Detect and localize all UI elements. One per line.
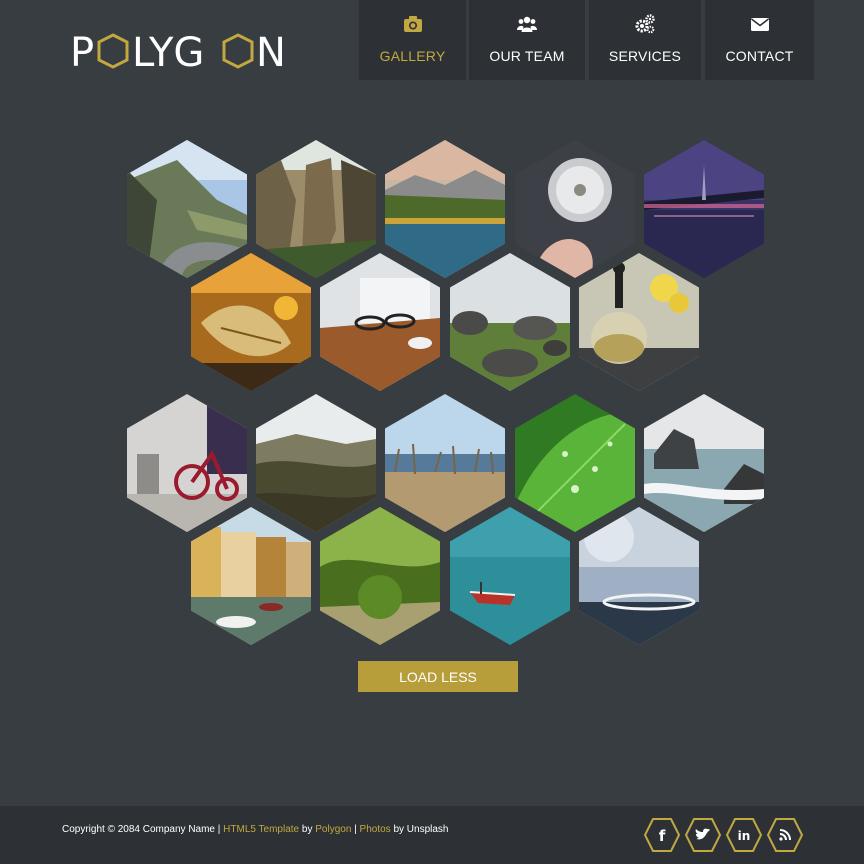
- logo[interactable]: P LYG N: [70, 30, 286, 76]
- svg-text:in: in: [738, 829, 751, 843]
- photo-lake-forest[interactable]: [385, 140, 505, 278]
- nav-contact-label: CONTACT: [725, 48, 794, 64]
- svg-text:f: f: [659, 827, 666, 845]
- rss-icon[interactable]: [766, 817, 804, 853]
- photo-sea-rocks[interactable]: [644, 394, 764, 532]
- photo-dandelion[interactable]: [515, 140, 635, 278]
- photo-hills-valley[interactable]: [256, 394, 376, 532]
- photo-rock-cliffs[interactable]: [256, 140, 376, 278]
- polygon-link[interactable]: Polygon: [315, 824, 351, 835]
- twitter-icon[interactable]: [684, 817, 722, 853]
- nav-our-team-label: OUR TEAM: [489, 48, 565, 64]
- load-less-button[interactable]: LOAD LESS: [358, 661, 518, 692]
- svg-text:P: P: [70, 30, 94, 72]
- facebook-icon[interactable]: f: [643, 817, 681, 853]
- separator: |: [351, 824, 360, 835]
- template-link[interactable]: HTML5 Template: [223, 824, 299, 835]
- svg-text:LYG: LYG: [132, 30, 204, 72]
- copyright-prefix: Copyright © 2084 Company Name |: [62, 824, 224, 835]
- nav-our-team[interactable]: OUR TEAM: [469, 0, 585, 80]
- footer: Copyright © 2084 Company Name | HTML5 Te…: [0, 806, 864, 864]
- photo-glasses-desk[interactable]: [320, 253, 440, 391]
- photo-green-forest[interactable]: [320, 507, 440, 645]
- photo-blur-abstract[interactable]: [579, 507, 699, 645]
- photo-leaf-droplets[interactable]: [515, 394, 635, 532]
- photo-bridge-night[interactable]: [644, 140, 764, 278]
- hex-gallery: [0, 0, 864, 864]
- photo-dry-grass-sea[interactable]: [385, 394, 505, 532]
- nav-contact[interactable]: CONTACT: [705, 0, 814, 80]
- photo-autumn-leaves[interactable]: [191, 253, 311, 391]
- photo-boat-sea[interactable]: [450, 507, 570, 645]
- copyright-text: Copyright © 2084 Company Name | HTML5 Te…: [62, 824, 449, 835]
- photo-teapot-flowers[interactable]: [579, 253, 699, 391]
- gears-icon: [635, 14, 655, 34]
- photo-mountain-road[interactable]: [127, 140, 247, 278]
- envelope-icon: [750, 18, 769, 31]
- nav-gallery-label: GALLERY: [379, 48, 446, 64]
- linkedin-icon[interactable]: in: [725, 817, 763, 853]
- photo-rocks-field[interactable]: [450, 253, 570, 391]
- nav-gallery[interactable]: GALLERY: [359, 0, 466, 80]
- by-text: by: [299, 824, 316, 835]
- photos-link[interactable]: Photos: [360, 824, 391, 835]
- camera-icon: [403, 16, 422, 32]
- by-unsplash: by Unsplash: [390, 824, 449, 835]
- users-icon: [517, 16, 537, 32]
- photo-tricycle[interactable]: [127, 394, 247, 532]
- nav-services-label: SERVICES: [608, 48, 682, 64]
- nav-services[interactable]: SERVICES: [589, 0, 701, 80]
- svg-text:N: N: [256, 30, 285, 72]
- photo-canal-houses[interactable]: [191, 507, 311, 645]
